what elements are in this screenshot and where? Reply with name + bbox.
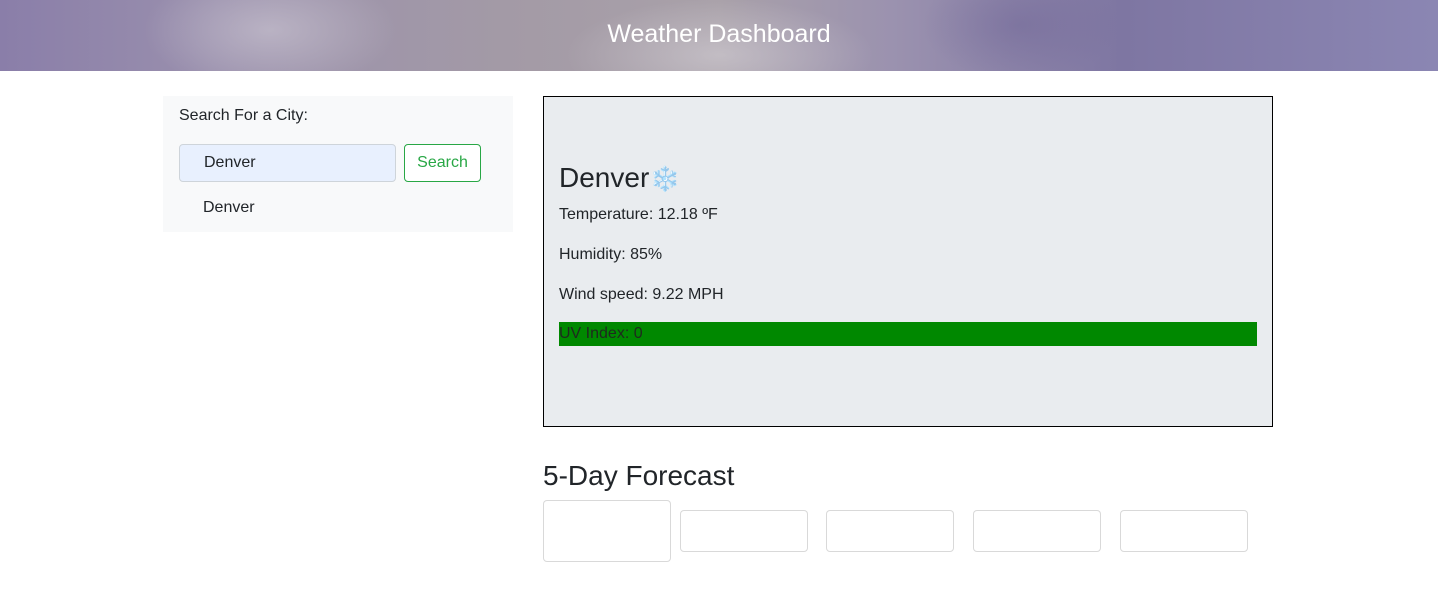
forecast-card-day-4 [973, 510, 1101, 552]
forecast-card-day-1 [543, 500, 671, 562]
humidity-text: Humidity: 85% [559, 246, 663, 263]
snowflake-icon: ❄️ [650, 166, 681, 193]
forecast-card-day-5 [1120, 510, 1248, 552]
forecast-card-day-3 [826, 510, 954, 552]
temperature-text: Temperature: 12.18 ºF [559, 206, 718, 223]
current-weather-card: Denver❄️ Temperature: 12.18 ºF Humidity:… [543, 96, 1273, 427]
current-city-name: Denver [559, 162, 650, 193]
search-label: Search For a City: [179, 107, 308, 124]
city-search-input[interactable] [179, 144, 396, 182]
page-title: Weather Dashboard [607, 20, 831, 48]
wind-speed-text: Wind speed: 9.22 MPH [559, 286, 724, 303]
forecast-heading: 5-Day Forecast [543, 460, 735, 491]
uv-index-badge: UV Index: 0 [559, 322, 1257, 346]
search-panel: Search For a City: Search Denver [163, 96, 513, 232]
history-item-denver[interactable]: Denver [203, 198, 255, 218]
current-city-heading: Denver❄️ [559, 161, 680, 197]
header-banner: Weather Dashboard [0, 0, 1438, 71]
forecast-card-day-2 [680, 510, 808, 552]
search-button[interactable]: Search [404, 144, 481, 182]
